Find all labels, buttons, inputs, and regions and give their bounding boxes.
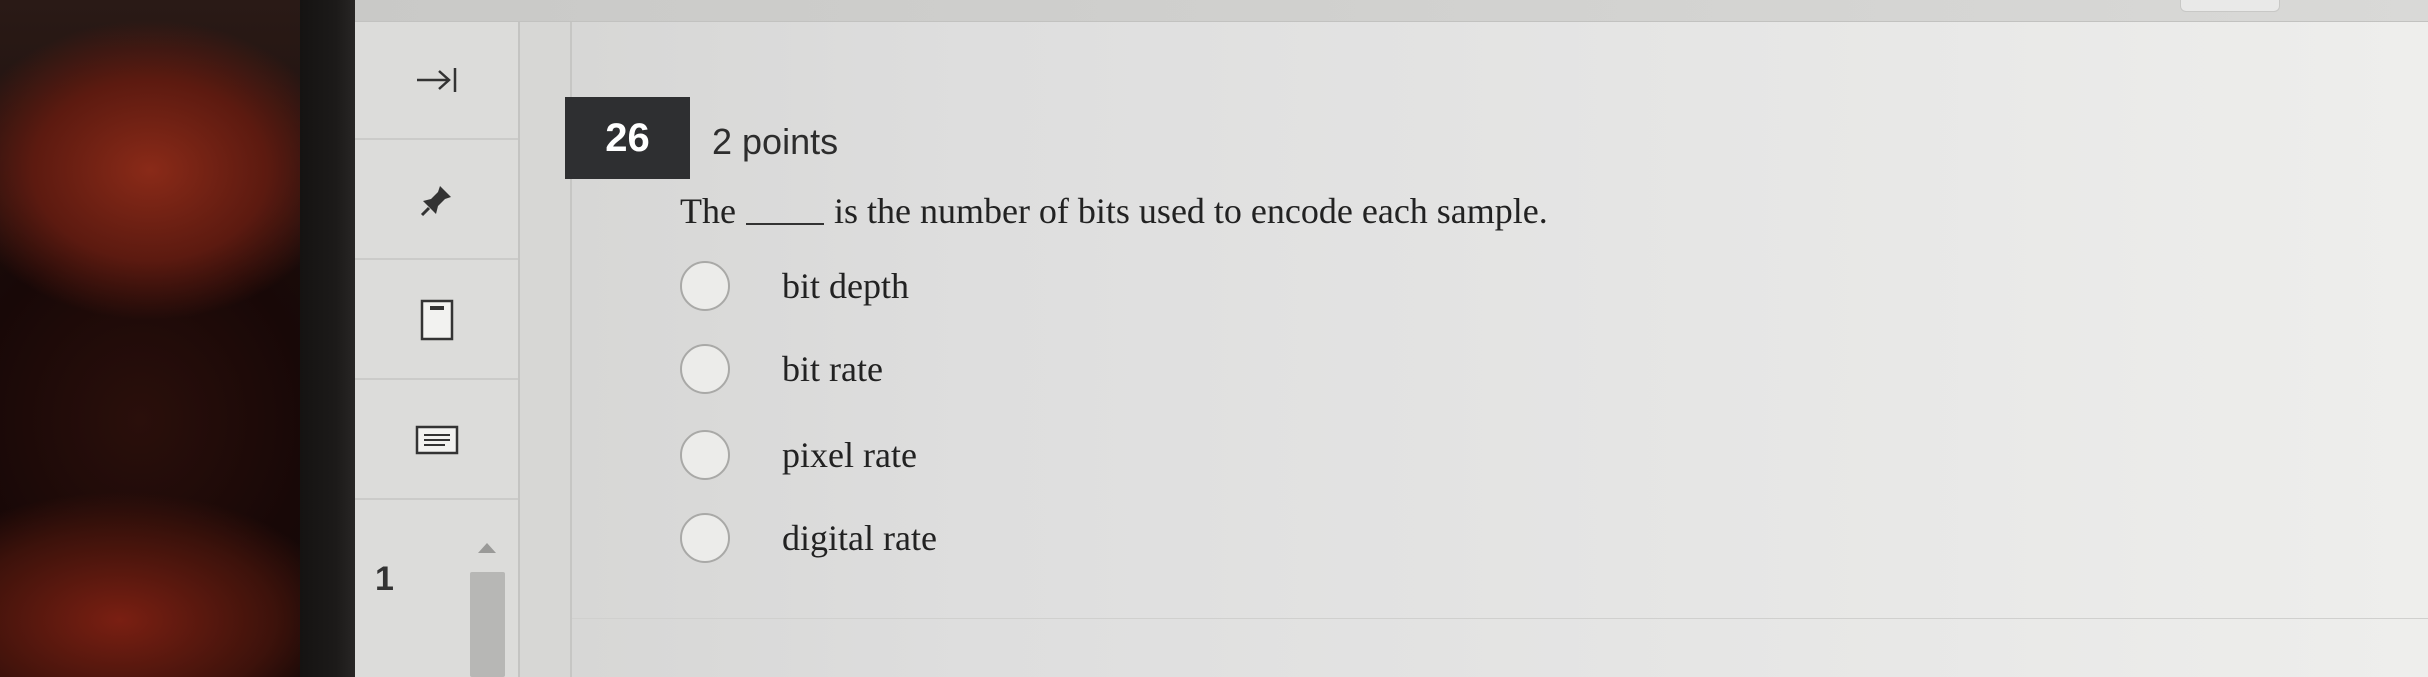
answer-option[interactable]: pixel rate [680, 427, 917, 483]
divider [572, 618, 2428, 619]
collapse-sidebar-button[interactable] [355, 22, 518, 140]
top-right-button[interactable] [2180, 0, 2280, 12]
answer-label: digital rate [782, 518, 937, 558]
page-button[interactable] [355, 262, 518, 380]
answer-option[interactable]: digital rate [680, 510, 937, 566]
scrollbar-thumb[interactable] [470, 572, 505, 677]
scroll-up-arrow-icon[interactable] [478, 543, 496, 553]
question-nav-number[interactable]: 1 [375, 560, 394, 599]
radio-button[interactable] [680, 344, 730, 394]
question-text-before: The [680, 191, 736, 231]
notes-button[interactable] [355, 382, 518, 500]
question-points: 2 points [712, 121, 839, 162]
question-text-after: is the number of bits used to encode eac… [833, 191, 1548, 231]
monitor-bezel [300, 0, 360, 677]
answer-option[interactable]: bit depth [680, 258, 909, 314]
radio-button[interactable] [680, 430, 730, 480]
pin-icon [420, 183, 454, 217]
notes-icon [415, 425, 459, 455]
answer-label: bit rate [782, 349, 883, 389]
answer-label: bit depth [782, 266, 909, 306]
arrow-right-to-bar-icon [415, 65, 459, 95]
answer-label: pixel rate [782, 435, 917, 475]
question-number-badge: 26 [565, 97, 690, 179]
pin-button[interactable] [355, 142, 518, 260]
question-text: The is the number of bits used to encode … [680, 190, 1548, 232]
top-bar [355, 0, 2428, 22]
page-icon [420, 299, 454, 341]
answer-option[interactable]: bit rate [680, 341, 883, 397]
radio-button[interactable] [680, 513, 730, 563]
radio-button[interactable] [680, 261, 730, 311]
fill-in-blank [745, 223, 824, 225]
